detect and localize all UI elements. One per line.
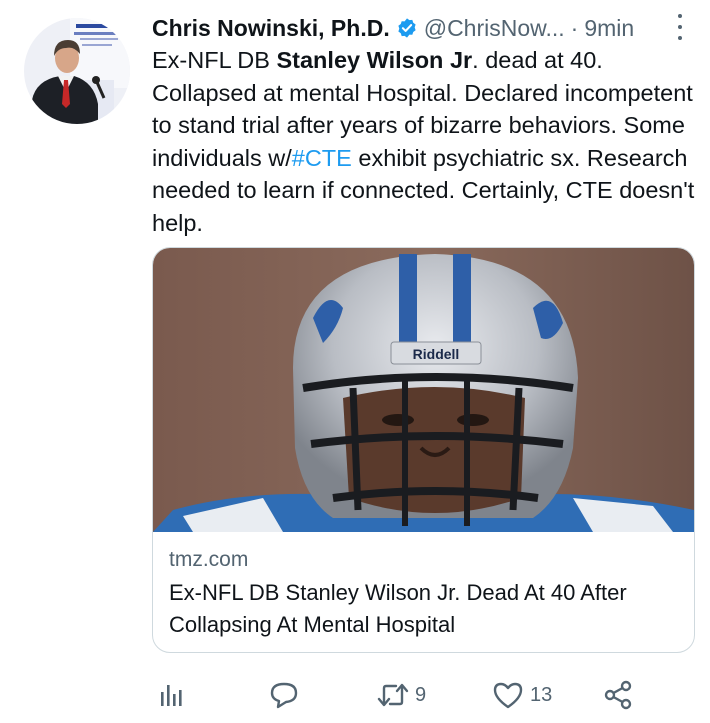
link-preview-card[interactable]: Riddell tmz.com Ex-NFL DB Stanley Wilson… bbox=[152, 247, 695, 653]
hashtag-link[interactable]: #CTE bbox=[292, 145, 352, 171]
card-image[interactable]: Riddell bbox=[153, 248, 694, 532]
tweet-timestamp[interactable]: 9min bbox=[584, 15, 634, 42]
card-title: Ex-NFL DB Stanley Wilson Jr. Dead At 40 … bbox=[169, 580, 627, 637]
retweet-button[interactable]: 9 bbox=[377, 672, 426, 718]
action-bar: 9 13 bbox=[152, 672, 697, 718]
analytics-icon bbox=[158, 682, 184, 708]
author-handle[interactable]: @ChrisNow... bbox=[424, 15, 565, 42]
reply-icon bbox=[268, 680, 300, 710]
more-options-icon[interactable] bbox=[670, 12, 690, 42]
analytics-button[interactable] bbox=[158, 672, 184, 718]
like-icon bbox=[492, 680, 524, 710]
separator-dot: · bbox=[570, 14, 579, 41]
tweet-header: Chris Nowinski, Ph.D. @ChrisNow... · 9mi… bbox=[152, 10, 692, 46]
share-icon bbox=[602, 680, 634, 710]
helmet-brand-text: Riddell bbox=[413, 346, 460, 362]
reply-button[interactable] bbox=[268, 672, 300, 718]
retweet-icon bbox=[377, 681, 409, 709]
author-name[interactable]: Chris Nowinski, Ph.D. bbox=[152, 15, 390, 42]
like-count: 13 bbox=[530, 683, 553, 706]
tweet: Chris Nowinski, Ph.D. @ChrisNow... · 9mi… bbox=[0, 0, 710, 723]
tweet-text-bold: Stanley Wilson Jr bbox=[276, 47, 473, 73]
card-domain: tmz.com bbox=[169, 548, 249, 571]
retweet-count: 9 bbox=[415, 683, 427, 706]
verified-badge-icon bbox=[396, 17, 418, 39]
share-button[interactable] bbox=[602, 672, 634, 718]
tweet-text: Ex-NFL DB Stanley Wilson Jr. dead at 40.… bbox=[152, 44, 697, 239]
avatar[interactable] bbox=[24, 18, 130, 124]
card-meta: tmz.com Ex-NFL DB Stanley Wilson Jr. Dea… bbox=[169, 548, 680, 641]
like-button[interactable]: 13 bbox=[492, 672, 552, 718]
tweet-text-part: Ex-NFL DB bbox=[152, 47, 277, 73]
